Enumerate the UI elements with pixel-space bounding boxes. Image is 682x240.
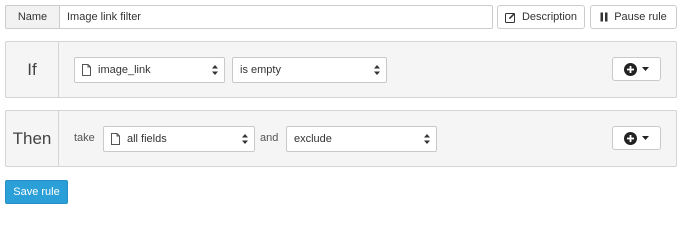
field-select-value: image_link xyxy=(98,64,151,76)
description-button[interactable]: Description xyxy=(497,5,585,29)
action-select-value: exclude xyxy=(294,133,332,145)
then-label: Then xyxy=(6,111,59,166)
rule-name-input[interactable] xyxy=(59,5,493,29)
edit-icon xyxy=(504,12,516,23)
select-arrows-icon xyxy=(424,132,430,146)
save-rule-button[interactable]: Save rule xyxy=(5,180,68,204)
then-panel: Then take all fields and exclude xyxy=(5,110,677,167)
name-label: Name xyxy=(5,5,59,29)
field-select[interactable]: image_link xyxy=(74,57,225,83)
pause-rule-button[interactable]: Pause rule xyxy=(590,5,677,29)
select-arrows-icon xyxy=(242,132,248,146)
plus-circle-icon xyxy=(624,62,637,76)
caret-down-icon xyxy=(642,136,649,140)
select-arrows-icon xyxy=(212,63,218,77)
caret-down-icon xyxy=(642,67,649,71)
select-arrows-icon xyxy=(374,63,380,77)
if-panel: If image_link is empty xyxy=(5,41,677,98)
description-label: Description xyxy=(521,11,578,23)
add-condition-button[interactable] xyxy=(612,57,661,81)
take-text: take xyxy=(74,132,95,144)
if-label: If xyxy=(6,42,59,97)
document-icon xyxy=(82,64,91,76)
condition-select-value: is empty xyxy=(240,64,281,76)
name-row: Name xyxy=(5,5,493,29)
fields-select[interactable]: all fields xyxy=(103,126,255,152)
fields-select-value: all fields xyxy=(127,133,167,145)
plus-circle-icon xyxy=(624,131,637,145)
condition-select[interactable]: is empty xyxy=(232,57,387,83)
document-icon xyxy=(111,133,120,145)
pause-icon xyxy=(600,12,608,22)
action-select[interactable]: exclude xyxy=(286,126,437,152)
and-text: and xyxy=(260,132,279,144)
pause-label: Pause rule xyxy=(614,11,667,23)
add-action-button[interactable] xyxy=(612,126,661,150)
